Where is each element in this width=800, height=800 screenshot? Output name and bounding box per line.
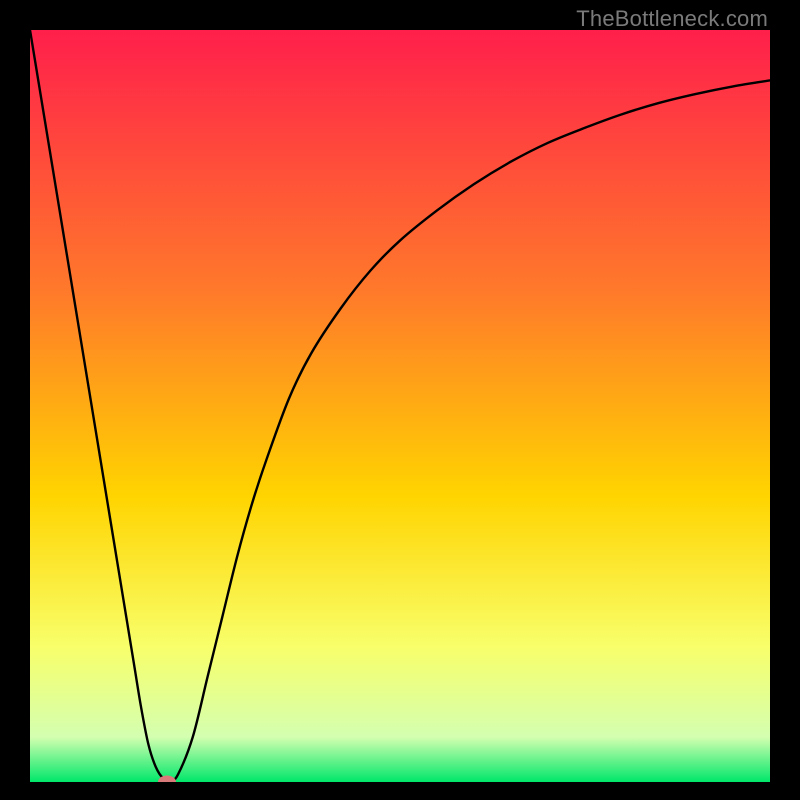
- watermark-text: TheBottleneck.com: [576, 6, 768, 32]
- background-gradient: [30, 30, 770, 782]
- plot-area: [30, 30, 770, 782]
- chart-frame: [30, 30, 770, 782]
